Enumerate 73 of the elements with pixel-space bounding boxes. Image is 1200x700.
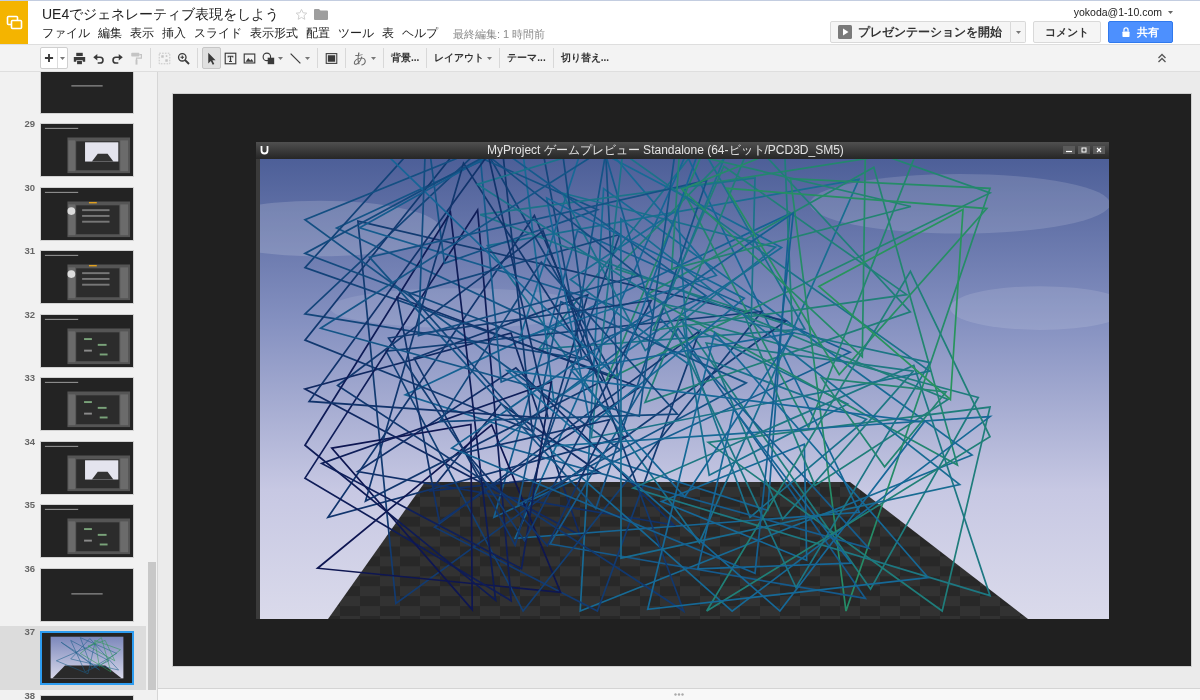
slide-number: 35 (24, 500, 35, 509)
slide-row[interactable]: 37 (0, 626, 146, 690)
dashed-frame-icon (158, 51, 171, 65)
new-slide-button[interactable] (40, 47, 68, 69)
caret-icon (305, 56, 310, 60)
slide-thumbnail[interactable] (40, 313, 134, 368)
theme-button[interactable]: テーマ... (504, 47, 549, 69)
slide-number: 31 (24, 246, 35, 255)
slide-number: 34 (24, 436, 35, 446)
caret-icon (487, 56, 493, 60)
logo-icon (259, 145, 269, 155)
folder-icon[interactable] (314, 8, 329, 20)
play-icon (838, 25, 852, 39)
image-icon (243, 51, 256, 65)
slide-number: 29 (24, 119, 35, 128)
scrollbar-thumb[interactable] (148, 562, 156, 690)
framed-square-icon (325, 51, 338, 65)
document-title[interactable]: UE4でジェネレーティブ表現をしよう (42, 5, 280, 23)
menu-item[interactable]: 編集 (95, 26, 125, 41)
menu-item[interactable]: 挿入 (159, 26, 189, 41)
menu-item[interactable]: ヘルプ (399, 26, 441, 41)
slide-thumbnail[interactable] (40, 504, 134, 558)
transition-button[interactable]: 切り替え... (557, 47, 613, 69)
caret-icon (1168, 11, 1173, 14)
caret-icon (60, 56, 65, 60)
slide-number: 38 (24, 690, 35, 700)
minimize-icon[interactable] (1062, 146, 1075, 154)
paint-roller-icon (130, 51, 143, 65)
caret-icon (278, 56, 283, 60)
menu-item[interactable]: スライド (191, 26, 245, 41)
close-icon[interactable] (1092, 146, 1105, 154)
slide-thumbnail[interactable] (40, 377, 134, 431)
zoom-in-icon (177, 51, 190, 65)
slide-thumbnail[interactable] (40, 440, 134, 495)
menu-item[interactable]: 表 (379, 26, 397, 41)
plus-icon (44, 53, 54, 63)
lock-icon (1122, 27, 1130, 37)
select-button[interactable] (202, 47, 221, 69)
input-tools-button[interactable]: あ (350, 47, 379, 69)
account-email[interactable]: yokoda@1-10.com (1073, 6, 1162, 19)
last-edit-link[interactable]: 最終編集: 1 時間前 (453, 26, 546, 41)
menu-item[interactable]: 配置 (303, 26, 333, 41)
star-icon[interactable] (295, 7, 309, 21)
cursor-icon (205, 51, 218, 65)
slide-thumbnail[interactable] (40, 72, 134, 114)
comment-button[interactable]: コメント (1033, 21, 1101, 43)
menu-item[interactable]: 表示形式 (247, 26, 301, 41)
slide-thumbnail[interactable] (40, 250, 134, 304)
menu-item[interactable]: ツール (335, 26, 377, 41)
menu-item[interactable]: 表示 (127, 26, 157, 41)
slide-thumbnail[interactable] (40, 123, 134, 177)
restore-icon[interactable] (1077, 146, 1090, 154)
menu-item[interactable]: ファイル (39, 26, 93, 41)
slide-thumbnail[interactable] (40, 567, 134, 622)
slide-number: 32 (24, 309, 35, 319)
line-icon (289, 51, 302, 65)
double-chevron-icon (1157, 53, 1167, 63)
shapes-icon (262, 51, 275, 65)
slide-thumbnail[interactable] (40, 631, 134, 685)
grip-icon[interactable] (674, 693, 684, 696)
text-box-icon (224, 51, 237, 65)
caret-icon (371, 56, 376, 60)
background-button[interactable]: 背景... (388, 47, 423, 69)
slide-number: 37 (24, 627, 35, 636)
caret-icon (1015, 30, 1021, 34)
slide-number: 36 (24, 563, 35, 573)
slide-thumbnail[interactable] (40, 186, 134, 241)
present-button[interactable]: プレゼンテーションを開始 (830, 21, 1011, 43)
layout-button[interactable]: レイアウト (431, 47, 496, 69)
slide-number: 33 (24, 373, 35, 382)
print-icon (73, 51, 86, 65)
window-title: MyProject ゲームプレビュー Standalone (64-ビット/PCD3D_SM5) (486, 141, 845, 159)
slide-number: 30 (24, 182, 35, 192)
